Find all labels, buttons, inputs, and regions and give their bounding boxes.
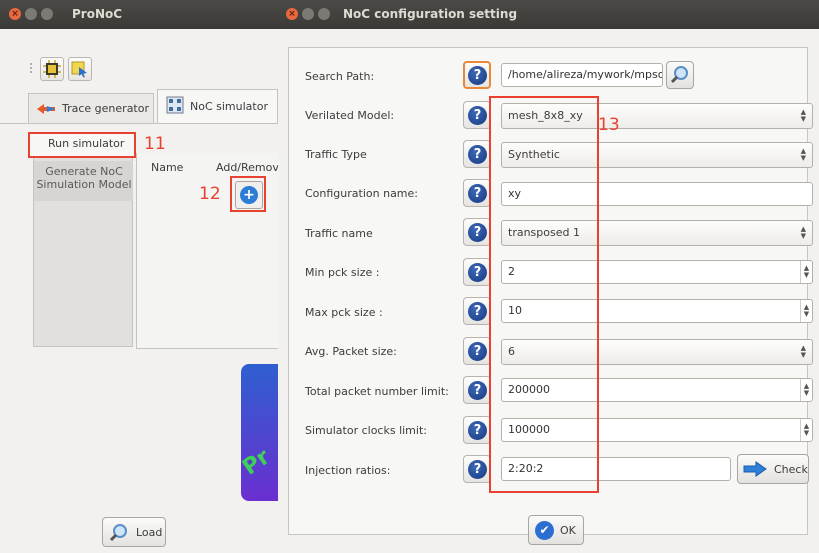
chip-icon: [43, 60, 61, 78]
dialog-maximize-icon[interactable]: [318, 8, 330, 20]
traffic-type-help-button[interactable]: ?: [463, 140, 491, 168]
traffic-name-help-button[interactable]: ?: [463, 218, 491, 246]
help-icon: ?: [468, 302, 487, 321]
annotation-11: 11: [144, 134, 166, 154]
left-titlebar: × ProNoC: [0, 0, 278, 29]
updown-icon: ▲ ▼: [800, 225, 806, 240]
sidetab-generate-label: Generate NoC Simulation Model: [36, 165, 132, 191]
injection-ratios-label: Injection ratios:: [305, 464, 391, 477]
help-icon: ?: [468, 421, 487, 440]
minimize-icon[interactable]: [25, 8, 37, 20]
updown-icon: ▲ ▼: [800, 108, 806, 123]
tab-noc-simulator[interactable]: NoC simulator: [157, 89, 278, 123]
chip-tool-button[interactable]: [40, 57, 64, 81]
dialog-title: NoC configuration setting: [343, 7, 518, 21]
noc-tool-button[interactable]: [68, 57, 92, 81]
injection-ratios-help-button[interactable]: ?: [463, 455, 491, 483]
close-icon[interactable]: ×: [9, 8, 21, 20]
grid-icon: [166, 96, 184, 114]
help-icon: ?: [468, 460, 487, 479]
check-button[interactable]: Check: [737, 454, 809, 484]
annotation-12: 12: [199, 184, 221, 204]
arrow-right-icon: [743, 461, 767, 477]
magnifier-icon: [670, 66, 688, 84]
annotation-box-values: [489, 96, 599, 493]
help-icon: ?: [468, 145, 487, 164]
checkmark-icon: ✔: [535, 521, 554, 540]
maximize-icon[interactable]: [41, 8, 53, 20]
magnifier-icon: [109, 524, 127, 542]
column-name-header: Name: [151, 161, 184, 174]
search-path-label: Search Path:: [305, 70, 375, 83]
browse-button[interactable]: [666, 61, 694, 89]
search-path-help-button[interactable]: ?: [463, 61, 491, 89]
tab-trace-generator-label: Trace generator: [62, 102, 149, 115]
column-add-remove-header: Add/Remov: [216, 161, 279, 174]
avg-packet-size-help-button[interactable]: ?: [463, 337, 491, 365]
tab-noc-simulator-label: NoC simulator: [190, 100, 268, 113]
logo-text: Pr: [241, 444, 275, 481]
avg-packet-size-label: Avg. Packet size:: [305, 345, 397, 358]
load-label: Load: [136, 526, 163, 539]
sidetab-generate-model[interactable]: Generate NoC Simulation Model: [34, 161, 133, 201]
help-icon: ?: [468, 381, 487, 400]
total-packet-limit-label: Total packet number limit:: [305, 385, 449, 398]
help-icon: ?: [468, 66, 487, 85]
min-pck-size-label: Min pck size :: [305, 266, 380, 279]
traffic-type-label: Traffic Type: [305, 148, 367, 161]
ok-label: OK: [560, 524, 576, 537]
spin-arrows-icon[interactable]: ▲ ▼: [800, 261, 812, 283]
app-title: ProNoC: [72, 7, 123, 21]
spin-arrows-icon[interactable]: ▲ ▼: [800, 419, 812, 441]
min-pck-size-help-button[interactable]: ?: [463, 258, 491, 286]
help-icon: ?: [468, 106, 487, 125]
annotation-box-run: [28, 132, 136, 158]
help-icon: ?: [468, 184, 487, 203]
configuration-name-help-button[interactable]: ?: [463, 179, 491, 207]
spin-arrows-icon[interactable]: ▲ ▼: [800, 300, 812, 322]
max-pck-size-label: Max pck size :: [305, 306, 383, 319]
updown-icon: ▲ ▼: [800, 147, 806, 162]
verilated-model-help-button[interactable]: ?: [463, 101, 491, 129]
max-pck-size-help-button[interactable]: ?: [463, 297, 491, 325]
tab-trace-generator[interactable]: Trace generator: [28, 93, 154, 123]
traffic-name-label: Traffic name: [305, 227, 373, 240]
tab-divider: [0, 123, 278, 124]
help-icon: ?: [468, 342, 487, 361]
pronoc-logo: Pr: [241, 364, 278, 501]
help-icon: ?: [468, 223, 487, 242]
annotation-13: 13: [598, 115, 620, 135]
total-packet-limit-help-button[interactable]: ?: [463, 376, 491, 404]
dialog-minimize-icon[interactable]: [302, 8, 314, 20]
verilated-model-label: Verilated Model:: [305, 109, 395, 122]
help-icon: ?: [468, 263, 487, 282]
configuration-name-label: Configuration name:: [305, 187, 418, 200]
check-label: Check: [774, 463, 808, 476]
load-button[interactable]: Load: [102, 517, 166, 547]
main-window: Trace generator NoC simulator Run simula…: [0, 29, 279, 553]
spin-arrows-icon[interactable]: ▲ ▼: [800, 379, 812, 401]
search-path-field[interactable]: /home/alireza/mywork/mpso: [501, 63, 663, 87]
ok-button[interactable]: ✔ OK: [528, 515, 584, 545]
dialog-close-icon[interactable]: ×: [286, 8, 298, 20]
toolbar-grip: [30, 63, 32, 73]
arrows-icon: [37, 104, 55, 114]
clocks-limit-help-button[interactable]: ?: [463, 416, 491, 444]
clocks-limit-label: Simulator clocks limit:: [305, 424, 427, 437]
noc-tool-icon: [71, 61, 87, 78]
updown-icon: ▲ ▼: [800, 344, 806, 359]
dialog-titlebar: × NoC configuration setting: [278, 0, 819, 29]
annotation-box-add: [230, 176, 266, 212]
